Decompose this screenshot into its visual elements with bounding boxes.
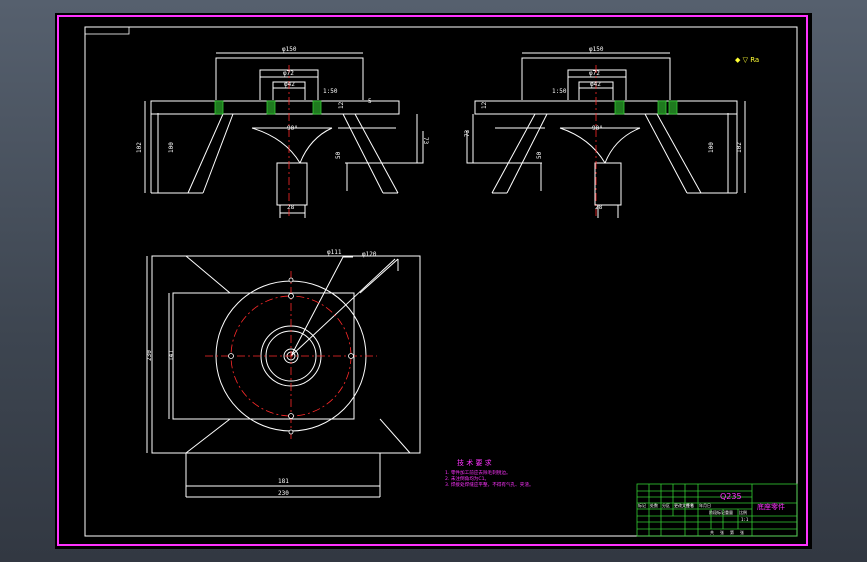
- dim-stub-right: 50: [536, 151, 543, 159]
- dim-bolt-left: 5: [368, 98, 372, 105]
- dim-hole-right: φ42: [590, 81, 601, 88]
- dim-plate-right: 12: [481, 101, 488, 109]
- dim-plate-left: 12: [338, 101, 345, 109]
- dim-height-total-left: 102: [136, 142, 143, 153]
- dim-base-right: 28: [595, 204, 603, 211]
- corner-tag-box: [84, 26, 130, 35]
- part-name: 底座零件: [757, 502, 785, 511]
- dim-angle-left: 90°: [287, 125, 298, 132]
- tb-sheet-3: 第: [730, 529, 734, 535]
- dim-outer-dia: φ120: [362, 251, 377, 258]
- tb-sheet-1: 共: [710, 529, 714, 535]
- plan-view: [146, 255, 421, 498]
- dim-hole-left: φ42: [284, 81, 295, 88]
- sheet-border-outer: [57, 15, 808, 546]
- dim-height-2-right: 100: [708, 142, 715, 153]
- drawing-viewport[interactable]: ◆ ▽ Ra φ150 φ72 φ42 102 100 73 90° 1:50 …: [55, 13, 812, 549]
- dim-top-width-left: φ150: [282, 46, 297, 53]
- tb-label-3: 分区: [662, 502, 670, 508]
- roughness-note: ◆ ▽ Ra: [735, 56, 759, 64]
- plan-dims: φ111 φ120 230 141 181 230: [146, 249, 377, 497]
- notes-line-2: 2. 未注倒角均为C1。: [445, 475, 489, 482]
- tb-sheet-2: 张: [720, 529, 724, 535]
- tb-scale-3: 比例: [739, 509, 747, 515]
- notes-line-3: 3. 焊接处焊缝应平整，不得有气孔、夹渣。: [445, 481, 534, 488]
- tb-label-1: 标记: [638, 502, 646, 508]
- dim-base-left: 28: [287, 204, 295, 211]
- front-view-left: [144, 52, 424, 218]
- section-hatch-right: [614, 100, 678, 115]
- dim-height-2-left: 100: [168, 142, 175, 153]
- notes-line-1: 1. 零件加工前应去除毛刺锐边。: [445, 469, 511, 476]
- dim-inner-left: φ72: [283, 70, 294, 77]
- dim-slope-right: 1:50: [552, 88, 567, 95]
- notes-title: 技 术 要 求: [457, 458, 492, 467]
- section-hatch-left: [214, 100, 322, 115]
- dim-inner-right: φ72: [589, 70, 600, 77]
- tb-sheet-4: 张: [740, 529, 744, 535]
- dim-angle-right: 90°: [592, 125, 603, 132]
- dim-plan-width-total: 230: [278, 490, 289, 497]
- technical-notes: 技 术 要 求 1. 零件加工前应去除毛刺锐边。 2. 未注倒角均为C1。 3.…: [445, 458, 534, 488]
- tb-label-5: 签名: [686, 502, 694, 508]
- tb-ratio: 1:1: [741, 517, 749, 522]
- tb-label-2: 处数: [650, 502, 658, 508]
- dim-stub-left: 50: [335, 151, 342, 159]
- tb-label-6: 年月日: [699, 502, 711, 508]
- dim-slope-left: 1:50: [323, 88, 338, 95]
- dim-height-total-right: 102: [736, 142, 743, 153]
- title-block-text: Q235 底座零件 标记 处数 分区 更改文件号 签名 年月日 阶段标记 重量 …: [638, 492, 785, 535]
- front-view-right: [466, 52, 746, 218]
- dim-plan-width-inner: 181: [278, 478, 289, 485]
- cad-drawing: ◆ ▽ Ra φ150 φ72 φ42 102 100 73 90° 1:50 …: [57, 15, 808, 546]
- sheet-border-inner: [84, 26, 798, 537]
- tb-scale-1: 阶段标记: [709, 509, 725, 515]
- dim-height-right-left: 73: [422, 137, 429, 145]
- material-label: Q235: [720, 492, 742, 501]
- dim-top-width-right: φ150: [589, 46, 604, 53]
- dim-plan-height: 230: [146, 350, 153, 361]
- dim-plan-height-inner: 141: [168, 350, 175, 361]
- dim-height-left-right: 73: [464, 129, 471, 137]
- tb-scale-2: 重量: [725, 509, 733, 515]
- dim-bolt-circle: φ111: [327, 249, 342, 256]
